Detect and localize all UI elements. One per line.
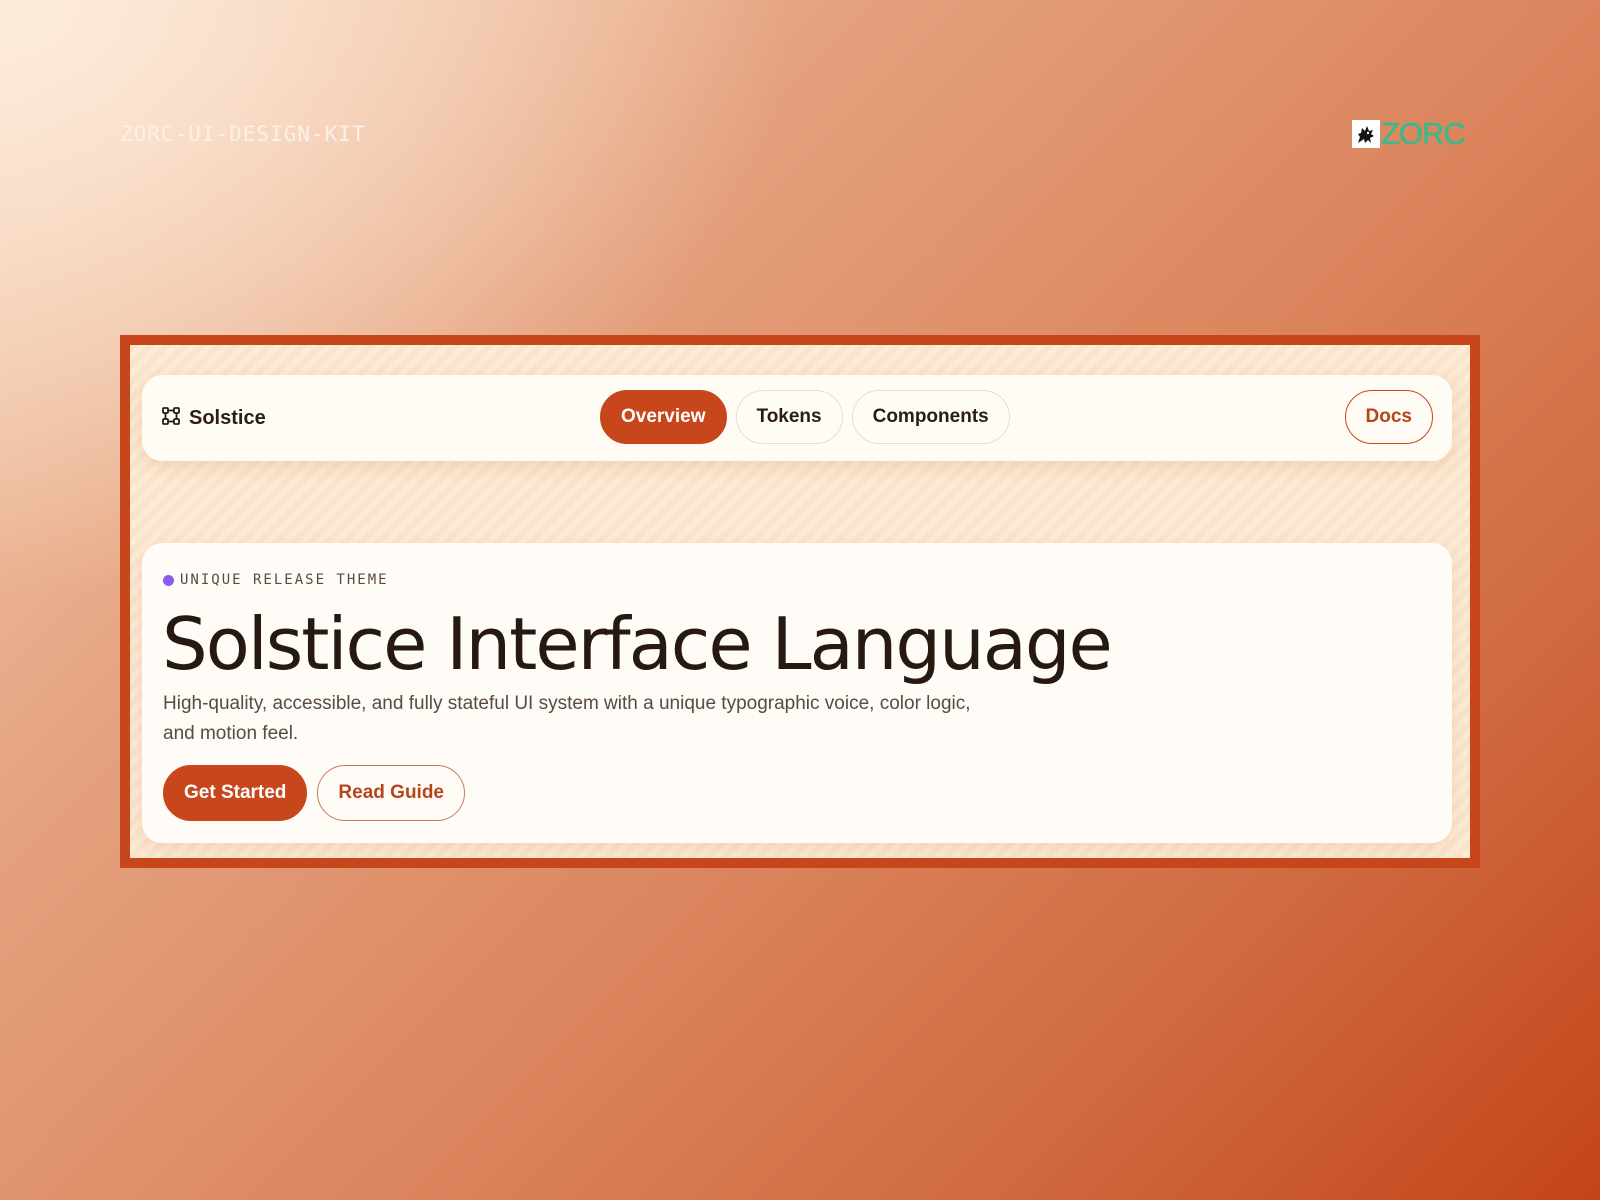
tab-overview[interactable]: Overview — [600, 390, 727, 444]
eyebrow-label: UNIQUE RELEASE THEME — [180, 572, 389, 588]
kit-label: ZORC-UI-DESIGN-KIT — [120, 122, 366, 146]
brand-label: Solstice — [189, 406, 266, 429]
nav-tabs: Overview Tokens Components — [600, 390, 1010, 444]
eyebrow: UNIQUE RELEASE THEME — [163, 572, 389, 588]
logo-wordmark: ZORC — [1381, 116, 1466, 151]
zorc-logo: ZORC — [1352, 116, 1466, 151]
hero-actions: Get Started Read Guide — [163, 765, 465, 821]
docs-button[interactable]: Docs — [1344, 390, 1433, 444]
status-dot-icon — [163, 574, 174, 586]
read-guide-button[interactable]: Read Guide — [317, 765, 465, 821]
tab-tokens[interactable]: Tokens — [735, 390, 843, 444]
top-navigation: Solstice Overview Tokens Components Docs — [142, 375, 1452, 461]
hero-card: UNIQUE RELEASE THEME Solstice Interface … — [142, 543, 1452, 843]
tab-components[interactable]: Components — [851, 390, 1010, 444]
hero-description: High-quality, accessible, and fully stat… — [163, 693, 971, 744]
get-started-button[interactable]: Get Started — [163, 765, 308, 821]
wolf-mascot-icon — [1352, 120, 1380, 148]
preview-frame: Solstice Overview Tokens Components Docs… — [120, 335, 1480, 868]
vector-square-icon — [162, 406, 180, 430]
hero-title: Solstice Interface Language — [162, 602, 1113, 686]
brand[interactable]: Solstice — [162, 375, 266, 461]
